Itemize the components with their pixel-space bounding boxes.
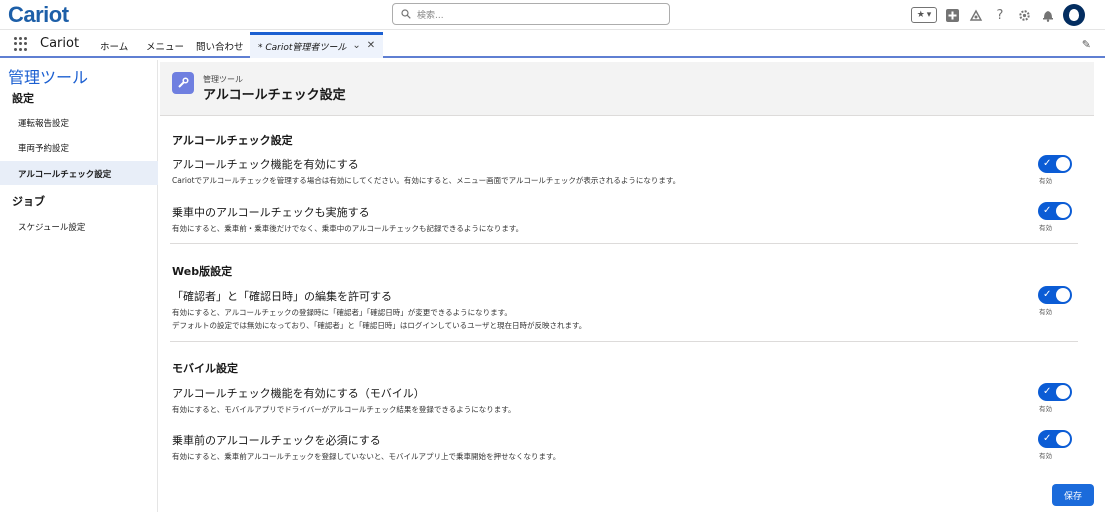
sidebar-item-driving-report[interactable]: 運転報告設定 — [0, 110, 158, 134]
app-navigation-bar: Cariot ホーム メニュー 問い合わせ * Cariot管理者ツール ⌄ ✕… — [0, 30, 1105, 58]
chevron-down-icon[interactable]: ⌄ — [352, 40, 360, 58]
nav-item-home[interactable]: ホーム — [100, 39, 128, 53]
search-placeholder: 検索... — [417, 11, 444, 21]
section-title-web: Web版設定 — [172, 265, 233, 278]
tab-label: * Cariot管理者ツール — [258, 43, 347, 53]
setting-desc-enable-mobile-check: 有効にすると、モバイルアプリでドライバーがアルコールチェック結果を登録できるよう… — [172, 405, 516, 414]
app-name: Cariot — [40, 36, 80, 51]
app-launcher-icon[interactable] — [14, 37, 28, 51]
toggle-enable-mobile-check[interactable]: ✓ — [1038, 383, 1072, 401]
edit-nav-pencil-icon[interactable]: ✎ — [1082, 38, 1091, 51]
alcohol-check-tool-icon — [172, 72, 194, 94]
setting-desc-require-pre-ride-check: 有効にすると、乗車前アルコールチェックを登録していないと、モバイルアプリ上で乗車… — [172, 452, 561, 461]
user-avatar-icon[interactable] — [1063, 4, 1085, 26]
star-icon: ★ — [916, 10, 925, 20]
chevron-down-icon: ▾ — [926, 10, 932, 20]
admin-tool-sidebar: 管理ツール 設定 運転報告設定 車両予約設定 アルコールチェック設定 ジョブ ス… — [0, 60, 158, 512]
check-icon: ✓ — [1043, 289, 1052, 300]
global-header: Cariot 検索... ★ ▾ ? — [0, 0, 1105, 30]
toggle-status-label: 有効 — [1039, 405, 1052, 413]
tab-cariot-admin-tool[interactable]: * Cariot管理者ツール ⌄ ✕ — [250, 32, 383, 58]
setting-label-allow-edit-confirmer: 「確認者」と「確認日時」の編集を許可する — [172, 290, 392, 303]
favorites-button[interactable]: ★ ▾ — [911, 7, 937, 23]
toggle-in-ride-check[interactable]: ✓ — [1038, 202, 1072, 220]
sidebar-section-jobs: ジョブ — [12, 195, 45, 208]
section-divider — [170, 243, 1078, 244]
toggle-status-label: 有効 — [1039, 308, 1052, 316]
setting-desc-in-ride-check: 有効にすると、乗車前・乗車後だけでなく、乗車中のアルコールチェックも記録できるよ… — [172, 224, 524, 233]
toggle-status-label: 有効 — [1039, 177, 1052, 185]
help-icon[interactable]: ? — [991, 6, 1009, 24]
save-button[interactable]: 保存 — [1052, 484, 1094, 506]
page-title: アルコールチェック設定 — [203, 88, 346, 103]
setting-desc-allow-edit-confirmer: 有効にすると、アルコールチェックの登録時に「確認者」「確認日時」が変更できるよう… — [172, 308, 512, 317]
global-search-input[interactable]: 検索... — [392, 3, 670, 25]
page-header: 管理ツール アルコールチェック設定 — [160, 62, 1094, 116]
sidebar-item-schedule[interactable]: スケジュール設定 — [0, 214, 158, 238]
check-icon: ✓ — [1043, 433, 1052, 444]
close-icon[interactable]: ✕ — [367, 40, 375, 58]
trailhead-icon[interactable] — [967, 6, 985, 24]
toggle-require-pre-ride-check[interactable]: ✓ — [1038, 430, 1072, 448]
section-title-mobile: モバイル設定 — [172, 362, 238, 375]
check-icon: ✓ — [1043, 205, 1052, 216]
toggle-enable-alcohol-check[interactable]: ✓ — [1038, 155, 1072, 173]
setting-label-enable-mobile-check: アルコールチェック機能を有効にする（モバイル） — [172, 387, 425, 400]
nav-item-menu[interactable]: メニュー — [146, 39, 184, 53]
header-actions: ★ ▾ ? — [911, 3, 1085, 27]
sidebar-title: 管理ツール — [8, 68, 89, 87]
toggle-status-label: 有効 — [1039, 452, 1052, 460]
sidebar-section-settings: 設定 — [12, 92, 34, 105]
setting-desc-enable-alcohol-check: Cariotでアルコールチェックを管理する場合は有効にしてください。有効にすると… — [172, 176, 681, 185]
nav-item-inquiry[interactable]: 問い合わせ — [196, 39, 244, 53]
setting-label-require-pre-ride-check: 乗車前のアルコールチェックを必須にする — [172, 434, 381, 447]
check-icon: ✓ — [1043, 386, 1052, 397]
sidebar-item-vehicle-reservation[interactable]: 車両予約設定 — [0, 135, 158, 159]
toggle-status-label: 有効 — [1039, 224, 1052, 232]
section-divider — [170, 341, 1078, 342]
notification-bell-icon[interactable] — [1039, 6, 1057, 24]
setting-label-enable-alcohol-check: アルコールチェック機能を有効にする — [172, 158, 359, 171]
check-icon: ✓ — [1043, 158, 1052, 169]
section-title-alcohol-check: アルコールチェック設定 — [172, 134, 293, 147]
sidebar-item-alcohol-check[interactable]: アルコールチェック設定 — [0, 161, 158, 185]
toggle-allow-edit-confirmer[interactable]: ✓ — [1038, 286, 1072, 304]
add-icon[interactable] — [943, 6, 961, 24]
app-logo[interactable]: Cariot — [8, 2, 69, 28]
setup-gear-icon[interactable] — [1015, 6, 1033, 24]
setting-label-in-ride-check: 乗車中のアルコールチェックも実施する — [172, 206, 370, 219]
search-icon — [401, 9, 411, 19]
setting-desc-allow-edit-confirmer-note: デフォルトの設定では無効になっており、「確認者」と「確認日時」はログインしている… — [172, 321, 587, 330]
